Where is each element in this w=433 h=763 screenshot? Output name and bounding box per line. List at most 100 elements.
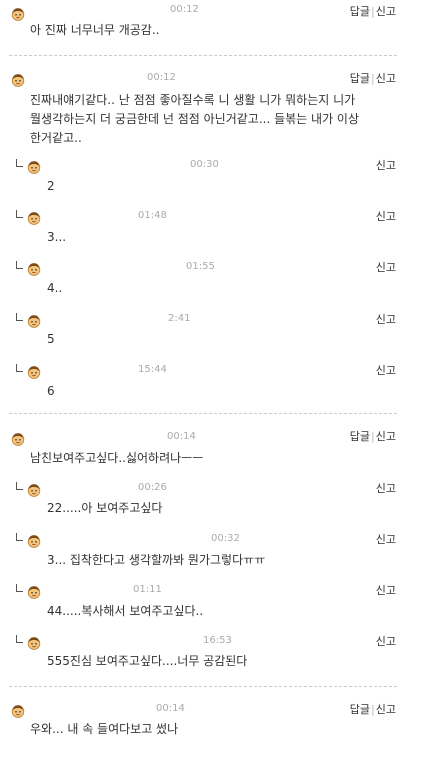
report-button[interactable]: 신고 <box>376 313 396 326</box>
report-button[interactable]: 신고 <box>376 210 396 223</box>
comment-actions: 신고 <box>376 362 396 378</box>
reply-button[interactable]: 답글 <box>350 5 370 18</box>
comment-text: 5 <box>47 332 55 346</box>
comment-time: 00:14 <box>167 431 196 442</box>
reply-arrow-icon <box>16 210 23 218</box>
reply-button[interactable]: 답글 <box>350 72 370 85</box>
comment-body: 555진심 보여주고싶다....너무 공감된다 <box>47 652 247 671</box>
avatar-icon <box>27 584 41 599</box>
divider <box>9 413 397 414</box>
comment-actions: 신고 <box>376 208 396 224</box>
comment-time: 01:55 <box>186 261 215 272</box>
comment-actions: 신고 <box>376 531 396 547</box>
report-button[interactable]: 신고 <box>376 584 396 597</box>
comment-list: 00:12 답글|신고 아 진짜 너무너무 개공감.. 00:12 답글|신고 … <box>0 0 433 763</box>
comment-time: 00:14 <box>156 703 185 714</box>
reply-arrow-icon <box>16 364 23 372</box>
reply-button[interactable]: 답글 <box>350 703 370 716</box>
comment-text: 한거같고.. <box>30 131 82 145</box>
comment-body: 2 <box>47 177 55 196</box>
comment-text: 3... <box>47 230 67 244</box>
comment-time: 00:12 <box>147 72 176 83</box>
report-button[interactable]: 신고 <box>376 703 396 716</box>
comment-actions: 답글|신고 <box>350 3 396 19</box>
report-button[interactable]: 신고 <box>376 5 396 18</box>
avatar-icon <box>11 431 25 446</box>
reply-arrow-icon <box>16 482 23 490</box>
comment-actions: 신고 <box>376 633 396 649</box>
comment-actions: 답글|신고 <box>350 701 396 717</box>
comment-body: 44.....복사해서 보여주고싶다.. <box>47 602 203 621</box>
comment-text: 22.....아 보여주고싶다 <box>47 501 163 515</box>
comment-body: 진짜내얘기같다.. 난 점점 좋아질수록 니 생활 니가 뭐하는지 니가 뭘생각… <box>30 91 359 148</box>
comment-text: 2 <box>47 179 55 193</box>
action-separator: | <box>371 72 375 85</box>
comment-body: 우와... 내 속 들여다보고 썼나 <box>30 720 178 739</box>
comment-text: 4.. <box>47 281 63 295</box>
reply-arrow-icon <box>16 261 23 269</box>
comment-text: 6 <box>47 384 55 398</box>
avatar-icon <box>27 313 41 328</box>
comment-text: 아 진짜 너무너무 개공감.. <box>30 23 160 37</box>
report-button[interactable]: 신고 <box>376 635 396 648</box>
divider <box>9 55 397 56</box>
comment-actions: 신고 <box>376 582 396 598</box>
reply-arrow-icon <box>16 159 23 167</box>
comment-text: 뭘생각하는지 더 궁금한데 넌 점점 아닌거같고... 들볶는 내가 이상 <box>30 112 360 126</box>
avatar-icon <box>11 703 25 718</box>
avatar-icon <box>27 364 41 379</box>
reply-arrow-icon <box>16 635 23 643</box>
report-button[interactable]: 신고 <box>376 430 396 443</box>
comment-text: 우와... 내 속 들여다보고 썼나 <box>30 722 179 736</box>
action-separator: | <box>371 703 375 716</box>
avatar-icon <box>11 72 25 87</box>
avatar-icon <box>27 210 41 225</box>
comment-body: 3... <box>47 228 66 247</box>
reply-button[interactable]: 답글 <box>350 430 370 443</box>
avatar-icon <box>27 261 41 276</box>
comment-actions: 신고 <box>376 311 396 327</box>
comment-body: 22.....아 보여주고싶다 <box>47 499 162 518</box>
comment-time: 15:44 <box>138 364 167 375</box>
comment-body: 아 진짜 너무너무 개공감.. <box>30 21 159 40</box>
reply-arrow-icon <box>16 584 23 592</box>
report-button[interactable]: 신고 <box>376 482 396 495</box>
comment-time: 01:11 <box>133 584 162 595</box>
comment-time: 00:30 <box>190 159 219 170</box>
reply-arrow-icon <box>16 313 23 321</box>
comment-time: 00:12 <box>170 4 199 15</box>
comment-time: 2:41 <box>168 313 191 324</box>
comment-text: 남친보여주고싶다..싫어하려나ㅡㅡ <box>30 451 204 465</box>
report-button[interactable]: 신고 <box>376 364 396 377</box>
comment-actions: 신고 <box>376 157 396 173</box>
comment-actions: 답글|신고 <box>350 428 396 444</box>
action-separator: | <box>371 430 375 443</box>
comment-text: 진짜내얘기같다.. 난 점점 좋아질수록 니 생활 니가 뭐하는지 니가 <box>30 93 356 107</box>
comment-actions: 신고 <box>376 259 396 275</box>
comment-body: 5 <box>47 330 55 349</box>
reply-arrow-icon <box>16 533 23 541</box>
report-button[interactable]: 신고 <box>376 533 396 546</box>
comment-time: 16:53 <box>203 635 232 646</box>
comment-time: 00:32 <box>211 533 240 544</box>
comment-body: 남친보여주고싶다..싫어하려나ㅡㅡ <box>30 449 203 468</box>
report-button[interactable]: 신고 <box>376 72 396 85</box>
comment-text: 555진심 보여주고싶다....너무 공감된다 <box>47 654 248 668</box>
comment-text: 3... 집착한다고 생각할까봐 뭔가그렇다ㅠㅠ <box>47 553 266 567</box>
avatar-icon <box>11 6 25 21</box>
comment-body: 4.. <box>47 279 62 298</box>
divider <box>9 686 397 687</box>
avatar-icon <box>27 159 41 174</box>
avatar-icon <box>27 482 41 497</box>
comment-text: 44.....복사해서 보여주고싶다.. <box>47 604 204 618</box>
comment-body: 6 <box>47 382 55 401</box>
comment-time: 00:26 <box>138 482 167 493</box>
comment-body: 3... 집착한다고 생각할까봐 뭔가그렇다ㅠㅠ <box>47 551 265 570</box>
avatar-icon <box>27 533 41 548</box>
action-separator: | <box>371 5 375 18</box>
report-button[interactable]: 신고 <box>376 261 396 274</box>
avatar-icon <box>27 635 41 650</box>
report-button[interactable]: 신고 <box>376 159 396 172</box>
comment-time: 01:48 <box>138 210 167 221</box>
comment-actions: 답글|신고 <box>350 70 396 86</box>
